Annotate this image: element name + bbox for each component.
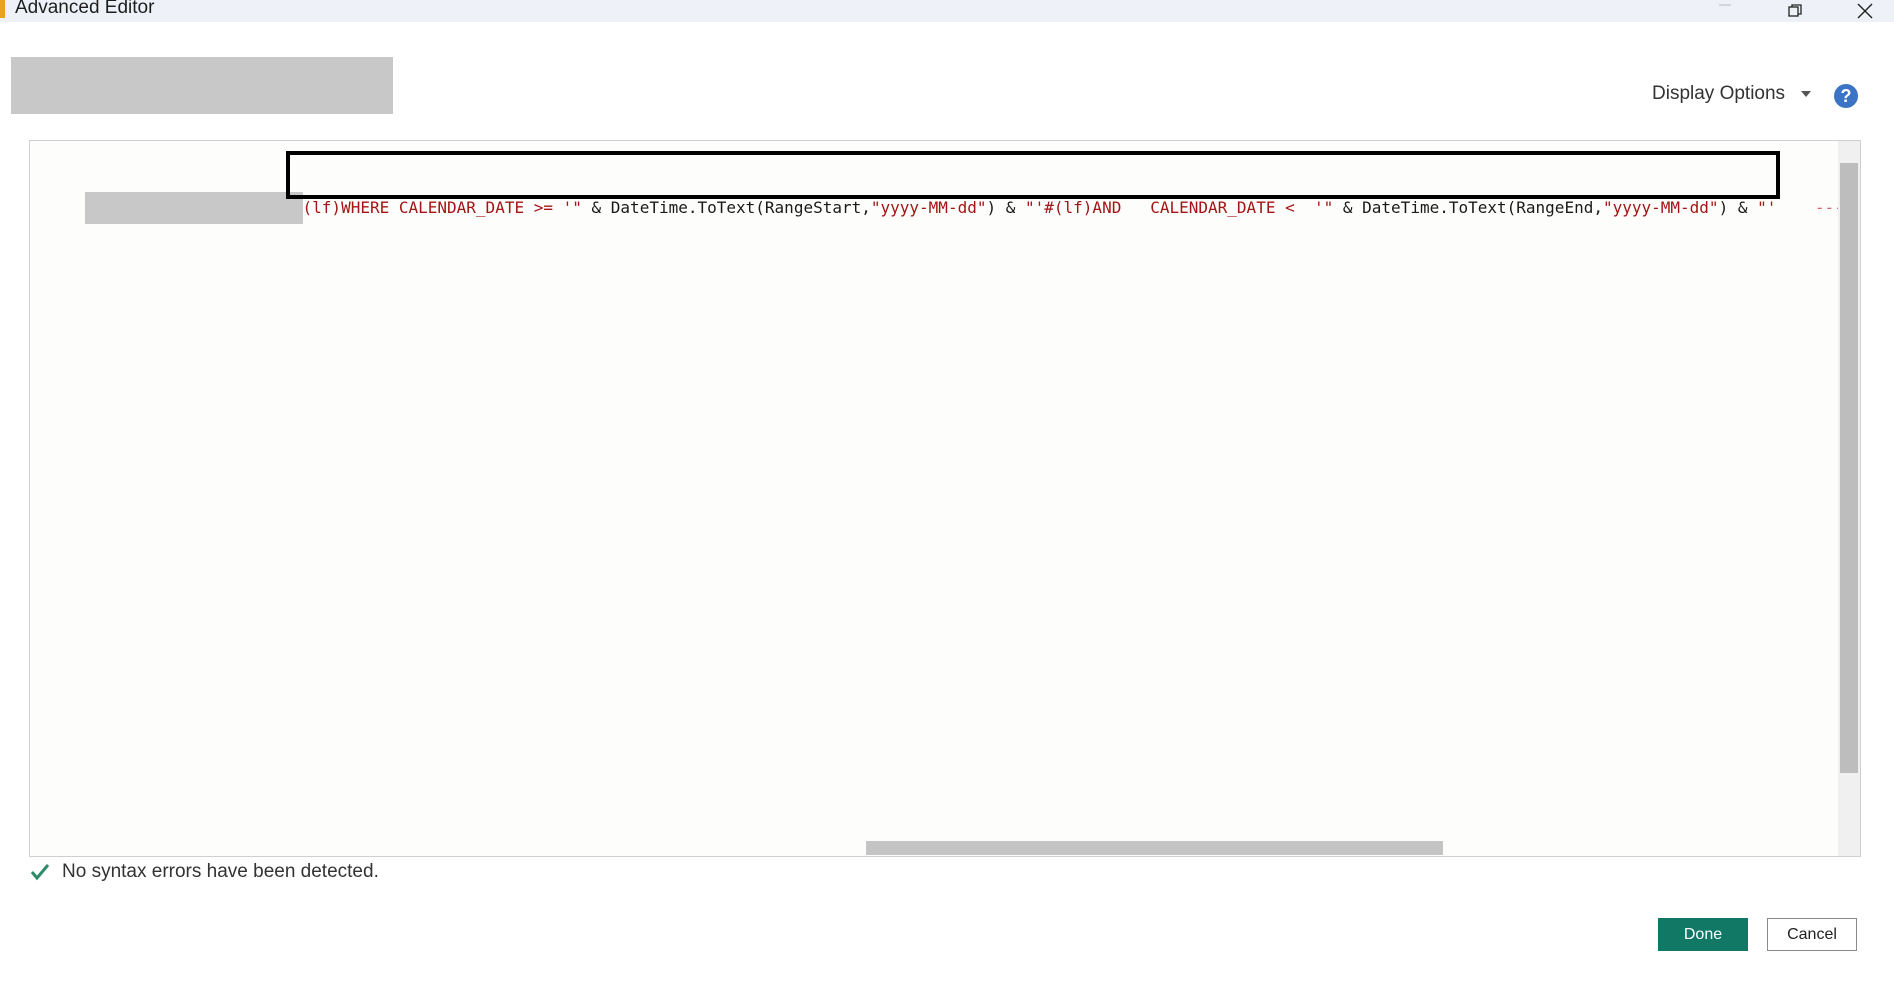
code-token: ) & (1718, 198, 1758, 217)
code-token: & DateTime.ToText(RangeStart, (581, 198, 871, 217)
help-button[interactable]: ? (1834, 84, 1858, 108)
code-token: "'#(lf)AND CALENDAR_DATE < '" (1025, 198, 1334, 217)
window-title: Advanced Editor (15, 0, 155, 18)
display-options-dropdown[interactable]: Display Options (1652, 83, 1812, 105)
app-accent-marker (0, 0, 5, 18)
query-name-redacted (11, 57, 393, 114)
code-token: "yyyy-MM-dd" (1602, 198, 1719, 217)
restore-button[interactable] (1772, 0, 1818, 22)
chevron-down-icon (1801, 91, 1812, 97)
code-token: & DateTime.ToText(RangeEnd, (1333, 198, 1603, 217)
close-icon (1857, 3, 1873, 19)
vertical-scrollbar-thumb[interactable] (1840, 163, 1858, 773)
restore-icon (1788, 4, 1802, 17)
checkmark-icon (30, 864, 50, 881)
done-button[interactable]: Done (1658, 918, 1748, 951)
minimize-button[interactable] (1702, 0, 1748, 22)
display-options-label: Display Options (1652, 83, 1786, 104)
close-button[interactable] (1842, 0, 1888, 22)
horizontal-scrollbar-thumb[interactable] (866, 841, 1443, 855)
question-mark-icon: ? (1840, 85, 1852, 106)
code-line[interactable]: (lf)WHERE CALENDAR_DATE >= '" & DateTime… (46, 160, 1860, 224)
vertical-scrollbar[interactable] (1838, 141, 1860, 856)
minimize-icon (1719, 4, 1731, 6)
code-token: "yyyy-MM-dd" (870, 198, 987, 217)
code-redacted-segment (84, 192, 303, 224)
syntax-status-message: No syntax errors have been detected. (62, 861, 379, 882)
code-token: ) & (986, 198, 1025, 217)
code-token: "' (1757, 198, 1777, 217)
code-token: (lf)WHERE CALENDAR_DATE >= '" (302, 198, 582, 217)
cancel-button[interactable]: Cancel (1767, 918, 1857, 951)
title-bar: Advanced Editor (0, 0, 1894, 22)
code-editor[interactable]: (lf)WHERE CALENDAR_DATE >= '" & DateTime… (29, 140, 1861, 857)
syntax-status: No syntax errors have been detected. (30, 861, 379, 883)
